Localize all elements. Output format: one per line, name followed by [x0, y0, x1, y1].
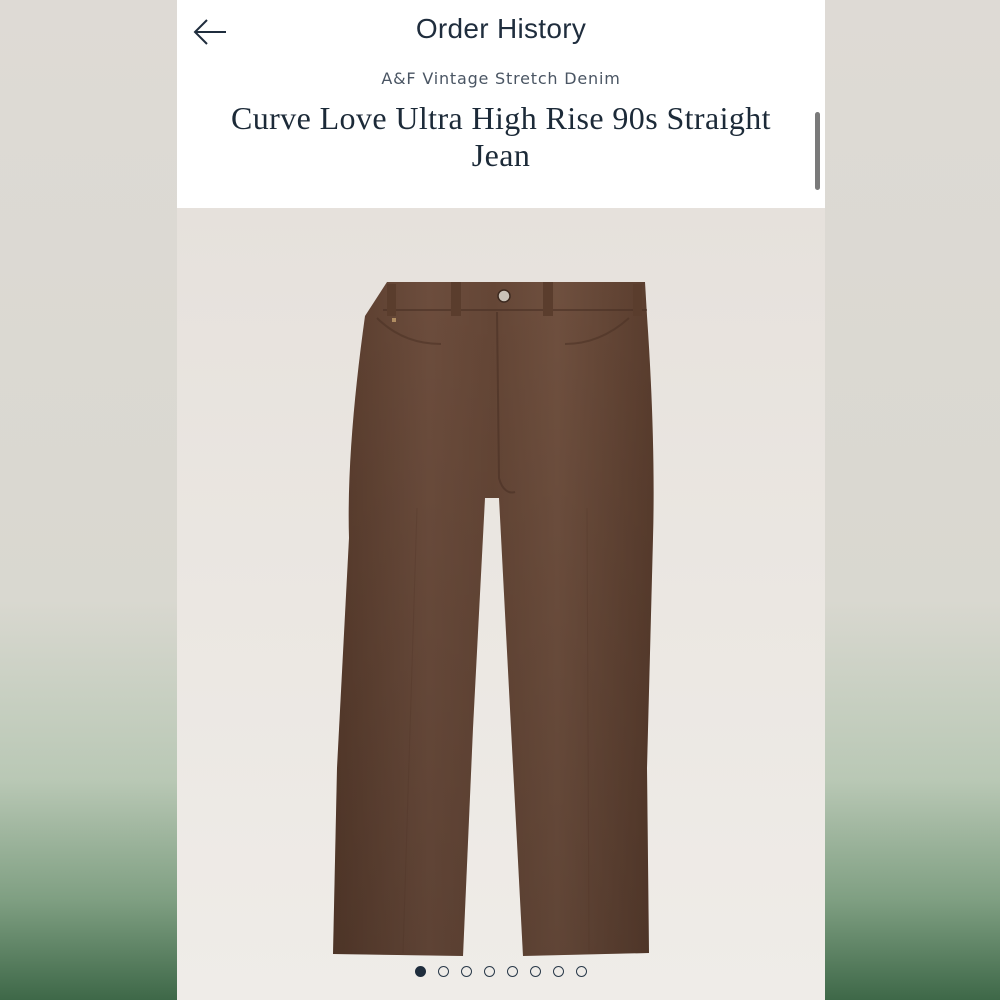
backdrop-left — [0, 0, 177, 1000]
carousel-dot[interactable] — [484, 966, 495, 977]
carousel-dot[interactable] — [553, 966, 564, 977]
page-title: Order History — [415, 13, 587, 44]
carousel-dot[interactable] — [530, 966, 541, 977]
product-name: Curve Love Ultra High Rise 90s Straight … — [231, 100, 771, 173]
carousel-dot[interactable] — [461, 966, 472, 977]
carousel-dot[interactable] — [507, 966, 518, 977]
carousel-indicator — [177, 966, 825, 977]
jeans-image — [333, 282, 654, 956]
backdrop-right — [825, 0, 1000, 1000]
carousel-dot[interactable] — [576, 966, 587, 977]
product-image[interactable] — [177, 208, 825, 1000]
scrollbar[interactable] — [815, 112, 820, 190]
product-header: Order History A&F Vintage Stretch Denim … — [177, 0, 825, 208]
app-screen: Order History A&F Vintage Stretch Denim … — [177, 0, 825, 1000]
carousel-dot[interactable] — [438, 966, 449, 977]
carousel-dot[interactable] — [415, 966, 426, 977]
product-brand: A&F Vintage Stretch Denim — [381, 69, 621, 88]
